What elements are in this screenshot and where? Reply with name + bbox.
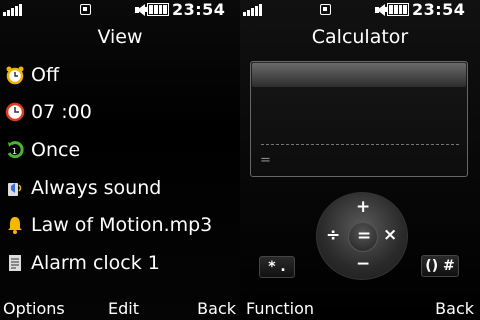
minus-button[interactable]: − bbox=[356, 256, 370, 273]
divide-button[interactable]: ÷ bbox=[326, 227, 340, 244]
alarm-view-panel: 23:54 View Off 07 :00 1 Once Always soun… bbox=[0, 0, 240, 320]
status-bar: 23:54 bbox=[240, 0, 480, 20]
softkey-bar: Function Back bbox=[240, 296, 480, 320]
paren-hash-button[interactable]: () # bbox=[421, 255, 459, 277]
equals-button[interactable]: = bbox=[348, 222, 378, 252]
bell-icon bbox=[4, 214, 26, 236]
star-dot-button[interactable]: * . bbox=[259, 256, 295, 278]
list-item-alarm-tone[interactable]: Law of Motion.mp3 bbox=[0, 206, 240, 244]
signal-strength-icon bbox=[243, 3, 265, 16]
list-item-label: 07 :00 bbox=[31, 101, 92, 124]
memory-card-icon bbox=[80, 4, 91, 15]
svg-text:1: 1 bbox=[12, 147, 17, 156]
phone-screen: 23:54 View Off 07 :00 1 Once Always soun… bbox=[0, 0, 480, 320]
battery-icon bbox=[384, 3, 409, 16]
note-icon bbox=[4, 252, 26, 274]
list-item-label: Off bbox=[31, 63, 60, 86]
signal-strength-icon bbox=[3, 3, 25, 16]
status-clock: 23:54 bbox=[412, 0, 466, 19]
function-softkey[interactable]: Function bbox=[246, 299, 314, 318]
alarm-clock-icon bbox=[4, 64, 26, 86]
back-softkey[interactable]: Back bbox=[435, 299, 474, 318]
options-softkey[interactable]: Options bbox=[3, 299, 65, 318]
sound-mode-icon bbox=[4, 177, 26, 199]
page-title: View bbox=[97, 26, 143, 48]
list-item-repeat[interactable]: 1 Once bbox=[0, 131, 240, 169]
clock-icon bbox=[4, 101, 26, 123]
repeat-icon: 1 bbox=[4, 139, 26, 161]
page-title: Calculator bbox=[311, 26, 409, 48]
plus-button[interactable]: + bbox=[356, 199, 370, 216]
list-item-label: Alarm clock 1 bbox=[31, 251, 160, 274]
list-item-label: Always sound bbox=[31, 176, 162, 199]
list-item-label: Law of Motion.mp3 bbox=[31, 214, 213, 237]
alarm-settings-list: Off 07 :00 1 Once Always sound Law of Mo… bbox=[0, 56, 240, 282]
edit-softkey[interactable]: Edit bbox=[108, 299, 139, 318]
calculator-display: = bbox=[250, 61, 468, 177]
list-item-sound-mode[interactable]: Always sound bbox=[0, 169, 240, 207]
status-clock: 23:54 bbox=[172, 0, 226, 19]
back-softkey[interactable]: Back bbox=[197, 299, 236, 318]
battery-icon bbox=[144, 3, 169, 16]
operator-pad: + ÷ = × − bbox=[316, 192, 408, 280]
status-bar: 23:54 bbox=[0, 0, 240, 20]
multiply-button[interactable]: × bbox=[383, 227, 397, 244]
softkey-bar: Options Edit Back bbox=[0, 296, 240, 320]
memory-card-icon bbox=[320, 4, 331, 15]
result-label: = bbox=[260, 153, 271, 168]
list-item-alarm-name[interactable]: Alarm clock 1 bbox=[0, 244, 240, 282]
list-item-alarm-status[interactable]: Off bbox=[0, 56, 240, 94]
list-item-label: Once bbox=[31, 138, 81, 161]
list-item-alarm-time[interactable]: 07 :00 bbox=[0, 94, 240, 132]
